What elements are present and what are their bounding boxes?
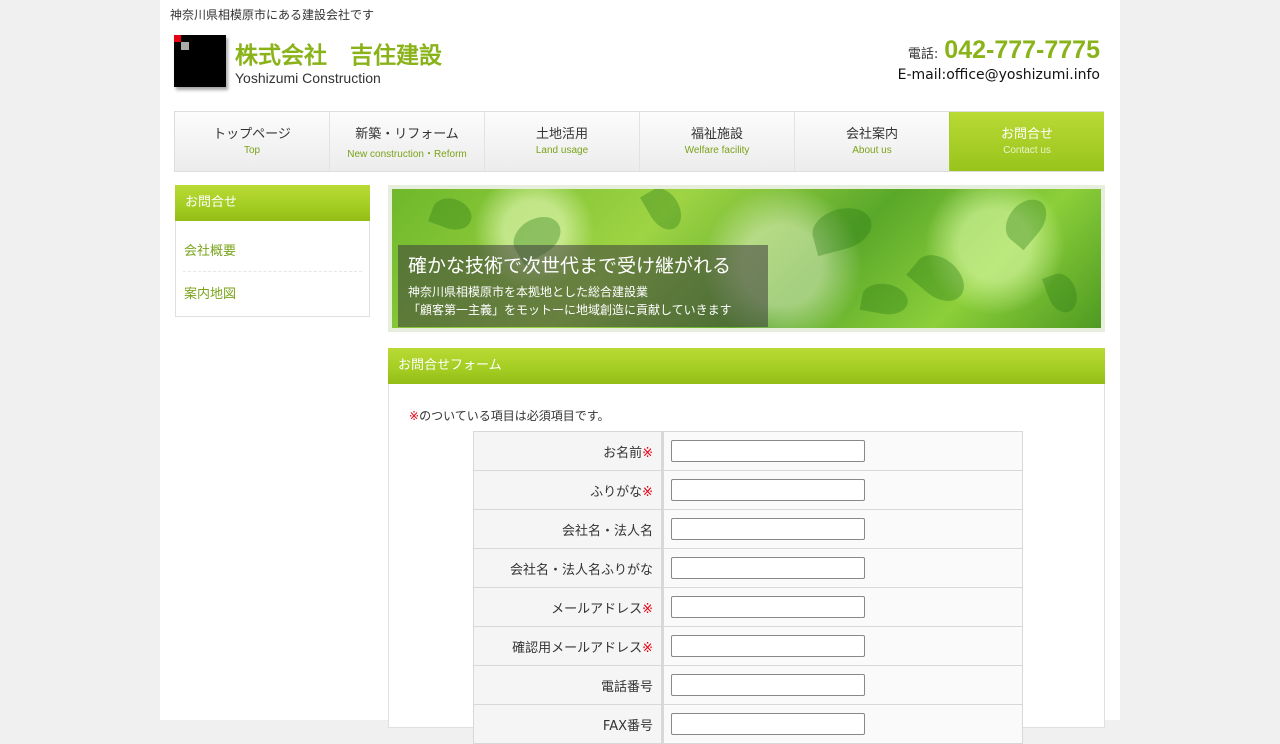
company-name[interactable]: 株式会社 吉住建設 — [235, 36, 442, 70]
tel-label: 電話: — [907, 47, 939, 62]
hero-banner: 確かな技術で次世代まで受け継がれる 神奈川県相模原市を本拠地とした総合建設業 「… — [388, 185, 1105, 332]
email-input[interactable] — [671, 596, 865, 618]
sidebar: お問合せ 会社概要 案内地図 — [175, 185, 370, 317]
company-name-en: Yoshizumi Construction — [235, 70, 381, 86]
nav-item-label: 会社案内 — [845, 127, 898, 142]
name-input[interactable] — [671, 440, 865, 462]
nav-item-label: 新築・リフォーム — [355, 127, 459, 142]
form-row-furigana: ふりがな※ — [473, 470, 1023, 510]
form-row-email-confirm: 確認用メールアドレス※ — [473, 626, 1023, 666]
nav-item-sublabel: Welfare facility — [684, 145, 750, 156]
form-row-email: メールアドレス※ — [473, 587, 1023, 627]
field-label: 確認用メールアドレス※ — [473, 626, 664, 666]
nav-item-about[interactable]: 会社案内 About us — [794, 112, 949, 171]
required-note: ※のついている項目は必須項目です。 — [409, 407, 610, 424]
hero-subtitle: 神奈川県相模原市を本拠地とした総合建設業 「顧客第一主義」をモットーに地域創造に… — [408, 283, 732, 319]
form-row-fax: FAX番号 — [473, 704, 1023, 744]
fax-input[interactable] — [671, 713, 865, 735]
nav-item-land-usage[interactable]: 土地活用 Land usage — [484, 112, 639, 171]
hero-subtitle-line1: 神奈川県相模原市を本拠地とした総合建設業 — [408, 285, 649, 299]
sidebar-title: お問合せ — [175, 185, 370, 221]
field-label: お名前※ — [473, 431, 664, 471]
phone-input[interactable] — [671, 674, 865, 696]
form-row-company-furigana: 会社名・法人名ふりがな — [473, 548, 1023, 588]
contact-form-table: お名前※ ふりがな※ 会社名・法人名 会社名・法人名ふりがな メールアドレス※ … — [473, 431, 1023, 744]
required-mark: ※ — [409, 409, 420, 423]
nav-item-sublabel: Land usage — [535, 145, 589, 156]
tel-number[interactable]: 042-777-7775 — [944, 36, 1100, 64]
form-title: お問合せフォーム — [388, 348, 1105, 384]
field-label: 会社名・法人名ふりがな — [473, 548, 664, 588]
nav-item-label: 土地活用 — [535, 127, 588, 142]
field-label: メールアドレス※ — [473, 587, 664, 627]
logo-grey-square — [181, 42, 189, 50]
form-row-phone: 電話番号 — [473, 665, 1023, 705]
header-contact: 電話: 042-777-7775 E-mail:office@yoshizumi.… — [898, 36, 1100, 83]
sidebar-item-company-profile[interactable]: 会社概要 — [183, 221, 362, 272]
global-nav: トップページ Top 新築・リフォーム New construction・Ref… — [174, 111, 1104, 172]
page: 神奈川県相模原市にある建設会社です 株式会社 吉住建設 Yoshizumi Co… — [160, 0, 1120, 744]
nav-item-new-construction[interactable]: 新築・リフォーム New construction・Reform — [329, 112, 484, 171]
company-logo[interactable] — [174, 35, 226, 87]
logo-red-square — [174, 35, 181, 42]
nav-item-sublabel: New construction・Reform — [347, 149, 467, 160]
nav-item-welfare[interactable]: 福祉施設 Welfare facility — [639, 112, 794, 171]
contact-form-panel: お問合せフォーム ※のついている項目は必須項目です。 お名前※ ふりがな※ 会社… — [388, 348, 1105, 744]
nav-item-sublabel: Contact us — [1003, 145, 1051, 156]
company-furigana-input[interactable] — [671, 557, 865, 579]
form-row-company: 会社名・法人名 — [473, 509, 1023, 549]
field-label: 電話番号 — [473, 665, 664, 705]
nav-item-label: お問合せ — [1000, 127, 1053, 142]
nav-item-label: 福祉施設 — [690, 127, 743, 142]
hero-title: 確かな技術で次世代まで受け継がれる — [408, 255, 732, 277]
hero-caption: 確かな技術で次世代まで受け継がれる 神奈川県相模原市を本拠地とした総合建設業 「… — [398, 245, 768, 327]
field-label: 会社名・法人名 — [473, 509, 664, 549]
tel-row: 電話: 042-777-7775 — [898, 36, 1100, 65]
nav-item-sublabel: About us — [852, 145, 892, 156]
sidebar-item-map[interactable]: 案内地図 — [183, 272, 362, 302]
hero-subtitle-line2: 「顧客第一主義」をモットーに地域創造に貢献していきます — [408, 303, 732, 317]
nav-item-sublabel: Top — [243, 145, 261, 156]
email-address[interactable]: E-mail:office@yoshizumi.info — [898, 67, 1100, 83]
site-tagline: 神奈川県相模原市にある建設会社です — [170, 8, 375, 22]
email-confirm-input[interactable] — [671, 635, 865, 657]
hero-leaves-image: 確かな技術で次世代まで受け継がれる 神奈川県相模原市を本拠地とした総合建設業 「… — [392, 189, 1101, 328]
required-note-text: のついている項目は必須項目です。 — [419, 409, 610, 423]
company-input[interactable] — [671, 518, 865, 540]
nav-item-label: トップページ — [213, 127, 291, 142]
furigana-input[interactable] — [671, 479, 865, 501]
field-label: FAX番号 — [473, 704, 664, 744]
field-label: ふりがな※ — [473, 470, 664, 510]
nav-item-top[interactable]: トップページ Top — [174, 112, 329, 171]
form-row-name: お名前※ — [473, 431, 1023, 471]
nav-item-contact[interactable]: お問合せ Contact us — [949, 112, 1104, 171]
